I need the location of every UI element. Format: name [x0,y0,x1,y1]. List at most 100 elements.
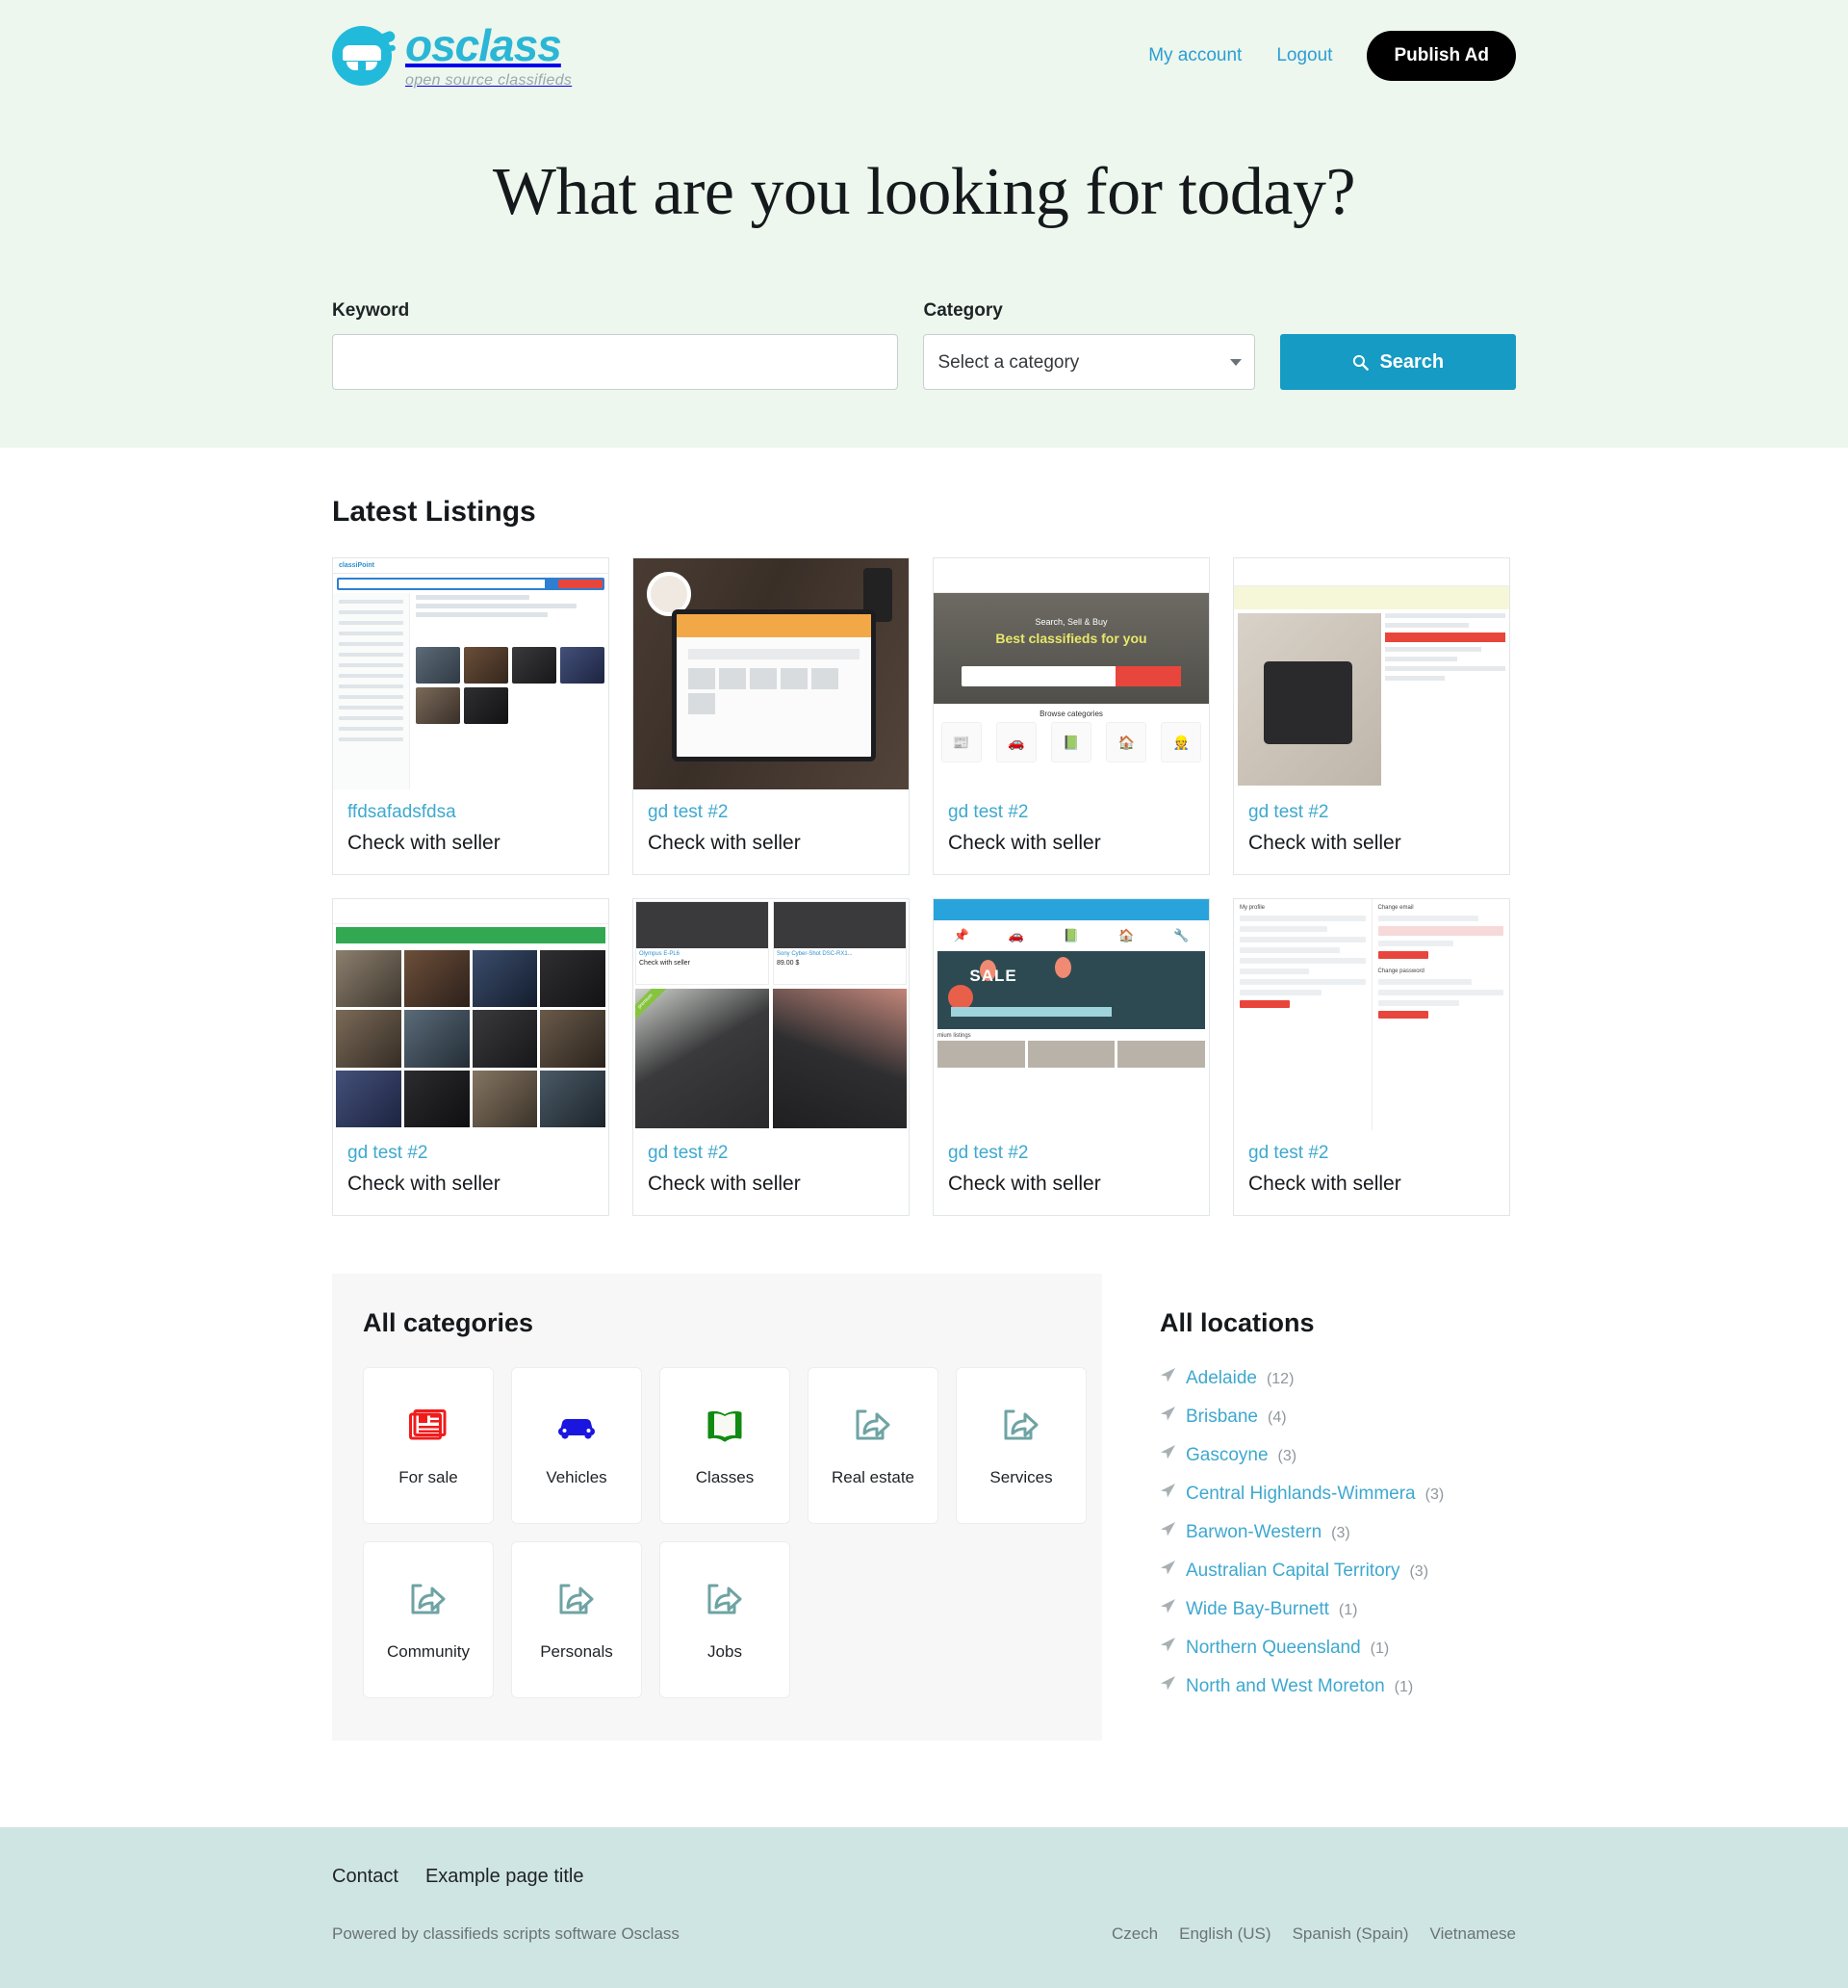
listing-title[interactable]: gd test #2 [648,802,894,823]
category-label: Category [923,300,1003,321]
listing-thumbnail[interactable]: My profile Change email Change password [1234,899,1509,1130]
thumb-item1-title: Olympus E-PL6 [639,950,680,957]
listing-price: Check with seller [648,832,801,854]
category-label: Jobs [707,1641,742,1661]
list-item[interactable]: Australian Capital Territory (3) [1160,1560,1516,1582]
location-name[interactable]: Wide Bay-Burnett [1186,1599,1329,1620]
all-categories-panel: All categories For sale Vehicles Classes… [332,1274,1102,1741]
nav-my-account[interactable]: My account [1148,45,1242,66]
listing-title[interactable]: gd test #2 [948,802,1194,823]
listing-thumbnail[interactable] [1234,558,1509,789]
location-name[interactable]: Barwon-Western [1186,1522,1322,1543]
listing-card[interactable]: gd test #2 Check with seller [1233,557,1510,875]
thumb-sale-text: SALE [969,966,1017,985]
location-name[interactable]: Central Highlands-Wimmera [1186,1484,1416,1505]
location-name[interactable]: Australian Capital Territory [1186,1561,1399,1582]
publish-ad-button[interactable]: Publish Ad [1367,31,1516,81]
language-vietnamese[interactable]: Vietnamese [1430,1924,1516,1944]
footer-link-contact[interactable]: Contact [332,1866,398,1888]
locations-list: Adelaide (12) Brisbane (4) Gascoyne (3) … [1160,1367,1516,1697]
location-name[interactable]: Gascoyne [1186,1445,1269,1466]
list-item[interactable]: Gascoyne (3) [1160,1444,1516,1466]
category-select[interactable]: Select a category [923,334,1255,390]
listings-grid: classiPoint ffdsafadsfdsa Check with sel… [332,557,1516,1216]
site-header: osclass open source classifieds My accou… [332,0,1516,104]
listing-title[interactable]: gd test #2 [948,1143,1194,1164]
search-keyword-input[interactable] [332,334,899,390]
header-nav: My account Logout Publish Ad [1148,31,1516,81]
category-tile-community[interactable]: Community [363,1541,494,1698]
list-item[interactable]: Central Highlands-Wimmera (3) [1160,1483,1516,1505]
site-logo[interactable]: osclass open source classifieds [332,23,572,89]
location-name[interactable]: North and West Moreton [1186,1676,1385,1697]
listing-title[interactable]: ffdsafadsfdsa [347,802,594,823]
keyword-label: Keyword [332,300,410,321]
location-count: (3) [1409,1563,1429,1580]
list-item[interactable]: Wide Bay-Burnett (1) [1160,1598,1516,1620]
listing-title[interactable]: gd test #2 [648,1143,894,1164]
language-spanish-spain[interactable]: Spanish (Spain) [1293,1924,1409,1944]
listing-thumbnail[interactable] [333,899,608,1130]
listing-card[interactable]: Search, Sell & Buy Best classifieds for … [933,557,1210,875]
location-count: (1) [1370,1640,1390,1657]
all-categories-title: All categories [363,1308,534,1337]
list-item[interactable]: Brisbane (4) [1160,1406,1516,1428]
listing-price: Check with seller [1248,1173,1401,1195]
search-form: Keyword Category Select a category Searc… [332,300,1516,390]
category-tile-vehicles[interactable]: Vehicles [511,1367,642,1524]
categories-grid: For sale Vehicles Classes Real estate Se… [363,1367,1087,1698]
listing-title[interactable]: gd test #2 [1248,802,1495,823]
language-english-us[interactable]: English (US) [1179,1924,1270,1944]
paper-plane-icon [1160,1367,1176,1386]
listing-thumbnail[interactable]: Olympus E-PL6 Check with seller Sony Cyb… [633,899,909,1130]
all-locations-panel: All locations Adelaide (12) Brisbane (4)… [1160,1274,1516,1714]
category-tile-real-estate[interactable]: Real estate [808,1367,938,1524]
category-tile-personals[interactable]: Personals [511,1541,642,1698]
location-name[interactable]: Northern Queensland [1186,1638,1361,1659]
listing-thumbnail[interactable] [633,558,909,789]
thumb-item2-price: 89.00 $ [777,959,800,967]
category-label: Vehicles [546,1467,607,1486]
list-item[interactable]: North and West Moreton (1) [1160,1675,1516,1697]
paper-plane-icon [1160,1637,1176,1656]
paper-plane-icon [1160,1560,1176,1579]
listing-card[interactable]: gd test #2 Check with seller [332,898,609,1216]
footer-link-example-page[interactable]: Example page title [425,1866,584,1888]
thumb-browse-categories: Browse categories [1040,710,1103,719]
category-tile-for-sale[interactable]: For sale [363,1367,494,1524]
list-item[interactable]: Adelaide (12) [1160,1367,1516,1389]
page-title: What are you looking for today? [492,155,1356,229]
list-item[interactable]: Barwon-Western (3) [1160,1521,1516,1543]
location-name[interactable]: Brisbane [1186,1407,1258,1428]
category-tile-classes[interactable]: Classes [659,1367,790,1524]
language-czech[interactable]: Czech [1112,1924,1158,1944]
listing-thumbnail[interactable]: Search, Sell & Buy Best classifieds for … [934,558,1209,789]
category-label: Personals [540,1641,613,1661]
location-count: (1) [1338,1602,1358,1618]
listing-card[interactable]: Olympus E-PL6 Check with seller Sony Cyb… [632,898,910,1216]
search-button-label: Search [1379,350,1445,373]
list-item[interactable]: Northern Queensland (1) [1160,1637,1516,1659]
listing-card[interactable]: classiPoint ffdsafadsfdsa Check with sel… [332,557,609,875]
listing-thumbnail[interactable]: 📌 🚗 📗 🏠 🔧 SALE mium listings [934,899,1209,1130]
listing-price: Check with seller [648,1173,801,1195]
listing-card[interactable]: 📌 🚗 📗 🏠 🔧 SALE mium listings gd test #2 … [933,898,1210,1216]
location-count: (3) [1277,1448,1297,1464]
listing-card[interactable]: gd test #2 Check with seller [632,557,910,875]
listing-price: Check with seller [948,1173,1101,1195]
category-tile-jobs[interactable]: Jobs [659,1541,790,1698]
paper-plane-icon [1160,1521,1176,1540]
listing-title[interactable]: gd test #2 [1248,1143,1495,1164]
listing-card[interactable]: My profile Change email Change password … [1233,898,1510,1216]
listing-title[interactable]: gd test #2 [347,1143,594,1164]
footer-links: Contact Example page title [332,1866,1516,1888]
broken-image-share-icon [706,1579,744,1621]
location-name[interactable]: Adelaide [1186,1368,1257,1389]
listing-thumbnail[interactable]: classiPoint [333,558,608,789]
nav-logout[interactable]: Logout [1276,45,1332,66]
listing-price: Check with seller [1248,832,1401,854]
location-count: (1) [1394,1679,1414,1695]
search-button[interactable]: Search [1279,334,1516,390]
category-tile-services[interactable]: Services [956,1367,1087,1524]
car-icon [556,1405,597,1447]
